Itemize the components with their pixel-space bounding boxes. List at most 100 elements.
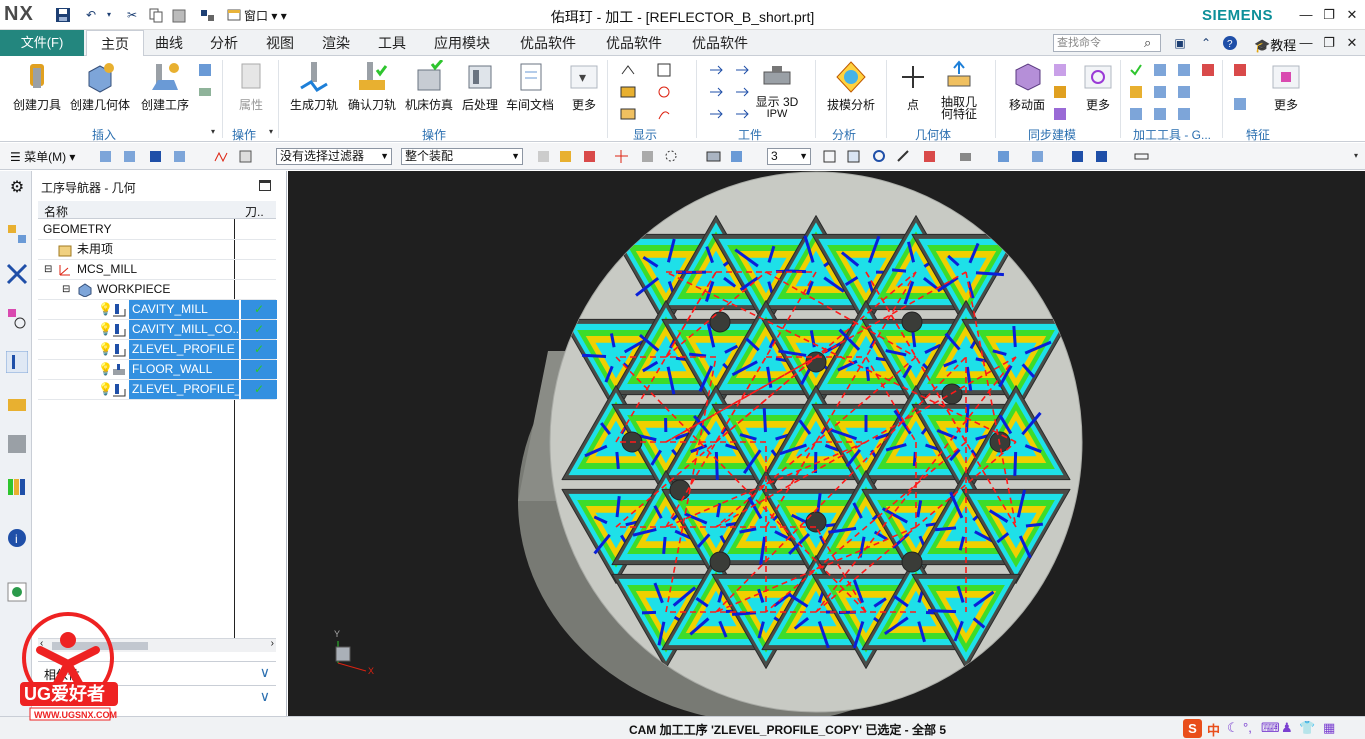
insert-small-icon-1[interactable]: [197, 62, 213, 78]
show-3d-ipw-button[interactable]: 显示 3D IPW: [754, 60, 800, 120]
verify-path-button[interactable]: 确认刀轨: [344, 60, 400, 113]
punctuation-icon[interactable]: °,: [1243, 720, 1252, 735]
machtool-icon-9[interactable]: [1152, 106, 1168, 122]
properties-button[interactable]: 属性: [230, 60, 272, 113]
chevron-right-icon[interactable]: ›: [271, 638, 274, 649]
postprocess-button[interactable]: 后处理: [457, 60, 503, 113]
rotate-icon[interactable]: [872, 149, 887, 164]
graphics-window[interactable]: Y X: [288, 171, 1365, 716]
restore-icon[interactable]: ❐: [1319, 6, 1339, 24]
shop-doc-button[interactable]: 车间文档: [504, 60, 556, 113]
tab-home[interactable]: 主页: [86, 30, 144, 57]
constraint-navigator-icon[interactable]: [6, 263, 28, 285]
select-icon-1[interactable]: [536, 149, 551, 164]
extract-geometry-button[interactable]: 抽取几 何特征: [934, 60, 984, 120]
save-icon[interactable]: [55, 7, 71, 23]
point-button[interactable]: 点: [896, 60, 930, 113]
user-icon[interactable]: ♟: [1281, 720, 1293, 736]
display-icon-2[interactable]: [656, 62, 672, 78]
cut-icon[interactable]: ✂: [124, 7, 140, 23]
create-operation-button[interactable]: 创建工序: [136, 60, 194, 113]
chevron-down-icon[interactable]: ∨: [260, 664, 270, 681]
machtool-icon-7[interactable]: [1176, 84, 1192, 100]
info-icon[interactable]: i: [6, 527, 28, 549]
snap-icon-1[interactable]: [98, 149, 113, 164]
tree-row-operation[interactable]: 💡 ZLEVEL_PROFILE ✓: [38, 340, 277, 360]
web-browser-icon[interactable]: [6, 581, 28, 603]
render-style-icon[interactable]: [706, 149, 721, 164]
machtool-icon-5[interactable]: [1128, 84, 1144, 100]
machine-navigator-icon[interactable]: [6, 393, 28, 415]
collapse-icon[interactable]: ⊟: [44, 260, 52, 279]
machtool-icon-3[interactable]: [1176, 62, 1192, 78]
window-icon[interactable]: [226, 7, 242, 23]
search-icon[interactable]: ⌕: [1144, 35, 1151, 51]
view-orient-icon[interactable]: [922, 149, 937, 164]
tab-youpin-1[interactable]: 优品软件: [520, 30, 576, 56]
tree-row-workpiece[interactable]: ⊟ WORKPIECE: [38, 280, 276, 300]
touch-mode-icon[interactable]: [200, 7, 216, 23]
feature-icon-2[interactable]: [1232, 96, 1248, 112]
sync-icon-2[interactable]: [1052, 84, 1068, 100]
solid-icon[interactable]: [996, 149, 1011, 164]
insert-small-icon-2[interactable]: [197, 84, 213, 100]
fullscreen-icon[interactable]: ▣: [1172, 35, 1188, 51]
selection-scope-select[interactable]: 整个装配 ▼: [401, 148, 523, 165]
workpiece-icon-1[interactable]: [708, 62, 724, 78]
tree-row-operation[interactable]: 💡 ZLEVEL_PROFILE_... ✓: [38, 380, 277, 400]
tab-curve[interactable]: 曲线: [155, 30, 183, 56]
sync-more-button[interactable]: 更多: [1080, 60, 1116, 113]
workpiece-icon-5[interactable]: [708, 106, 724, 122]
select-icon-6[interactable]: [664, 149, 679, 164]
draft-analysis-button[interactable]: 拔模分析: [822, 60, 880, 113]
machine-sim-button[interactable]: 机床仿真: [401, 60, 457, 113]
close-icon[interactable]: ✕: [1342, 6, 1362, 24]
view-cube-icon[interactable]: [729, 149, 744, 164]
display-icon-3[interactable]: [620, 84, 636, 100]
menu-button[interactable]: ☰ 菜单(M) ▾: [10, 148, 75, 165]
display-icon-4[interactable]: [656, 84, 672, 100]
display-part-icon[interactable]: [1094, 149, 1109, 164]
assembly-navigator-icon[interactable]: [6, 223, 28, 245]
snap-icon-2[interactable]: [122, 149, 137, 164]
display-icon-5[interactable]: [620, 106, 636, 122]
operation-navigator-icon[interactable]: [6, 351, 28, 373]
layer-number-select[interactable]: 3 ▼: [767, 148, 811, 165]
ime-chinese-mode[interactable]: 中: [1207, 720, 1220, 739]
sogou-icon[interactable]: S: [1183, 719, 1202, 738]
path-toggle-icon[interactable]: [213, 149, 228, 164]
doc-restore-icon[interactable]: ❐: [1319, 34, 1339, 52]
measure-icon[interactable]: [1134, 149, 1149, 164]
paste-icon[interactable]: [171, 7, 187, 23]
sync-icon-1[interactable]: [1052, 62, 1068, 78]
doc-minimize-icon[interactable]: —: [1296, 34, 1316, 52]
selection-filter-select[interactable]: 没有选择过滤器 ▼: [276, 148, 392, 165]
copy-icon[interactable]: [148, 7, 164, 23]
help-icon[interactable]: ?: [1222, 35, 1238, 51]
select-icon-5[interactable]: [640, 149, 655, 164]
tutorial-link[interactable]: 🎓教程: [1254, 35, 1296, 54]
display-icon-6[interactable]: [656, 106, 672, 122]
tree-row-operation[interactable]: 💡 CAVITY_MILL ✓: [38, 300, 277, 320]
chevron-down-icon[interactable]: ▾: [205, 124, 221, 140]
machtool-icon-6[interactable]: [1152, 84, 1168, 100]
undo-icon[interactable]: ↶: [83, 7, 99, 23]
select-icon-2[interactable]: [558, 149, 573, 164]
snap-icon-4[interactable]: [172, 149, 187, 164]
tree-row-operation[interactable]: 💡 CAVITY_MILL_CO... ✓: [38, 320, 277, 340]
zoom-icon[interactable]: [846, 149, 861, 164]
chevron-down-icon[interactable]: ▾: [1348, 148, 1364, 164]
tab-applications[interactable]: 应用模块: [434, 30, 490, 56]
tab-youpin-3[interactable]: 优品软件: [692, 30, 748, 56]
machtool-icon-2[interactable]: [1152, 62, 1168, 78]
skin-icon[interactable]: 👕: [1299, 720, 1315, 736]
chevron-down-icon[interactable]: ▾: [263, 124, 279, 140]
tab-tools[interactable]: 工具: [378, 30, 406, 56]
gear-icon[interactable]: ⚙: [6, 177, 28, 199]
machtool-icon-8[interactable]: [1128, 106, 1144, 122]
feature-icon-1[interactable]: [1232, 62, 1248, 78]
shade-icon[interactable]: [958, 149, 973, 164]
tree-row-operation[interactable]: 💡 FLOOR_WALL ✓: [38, 360, 277, 380]
doc-close-icon[interactable]: ✕: [1342, 34, 1362, 52]
maximize-icon[interactable]: [259, 180, 271, 191]
